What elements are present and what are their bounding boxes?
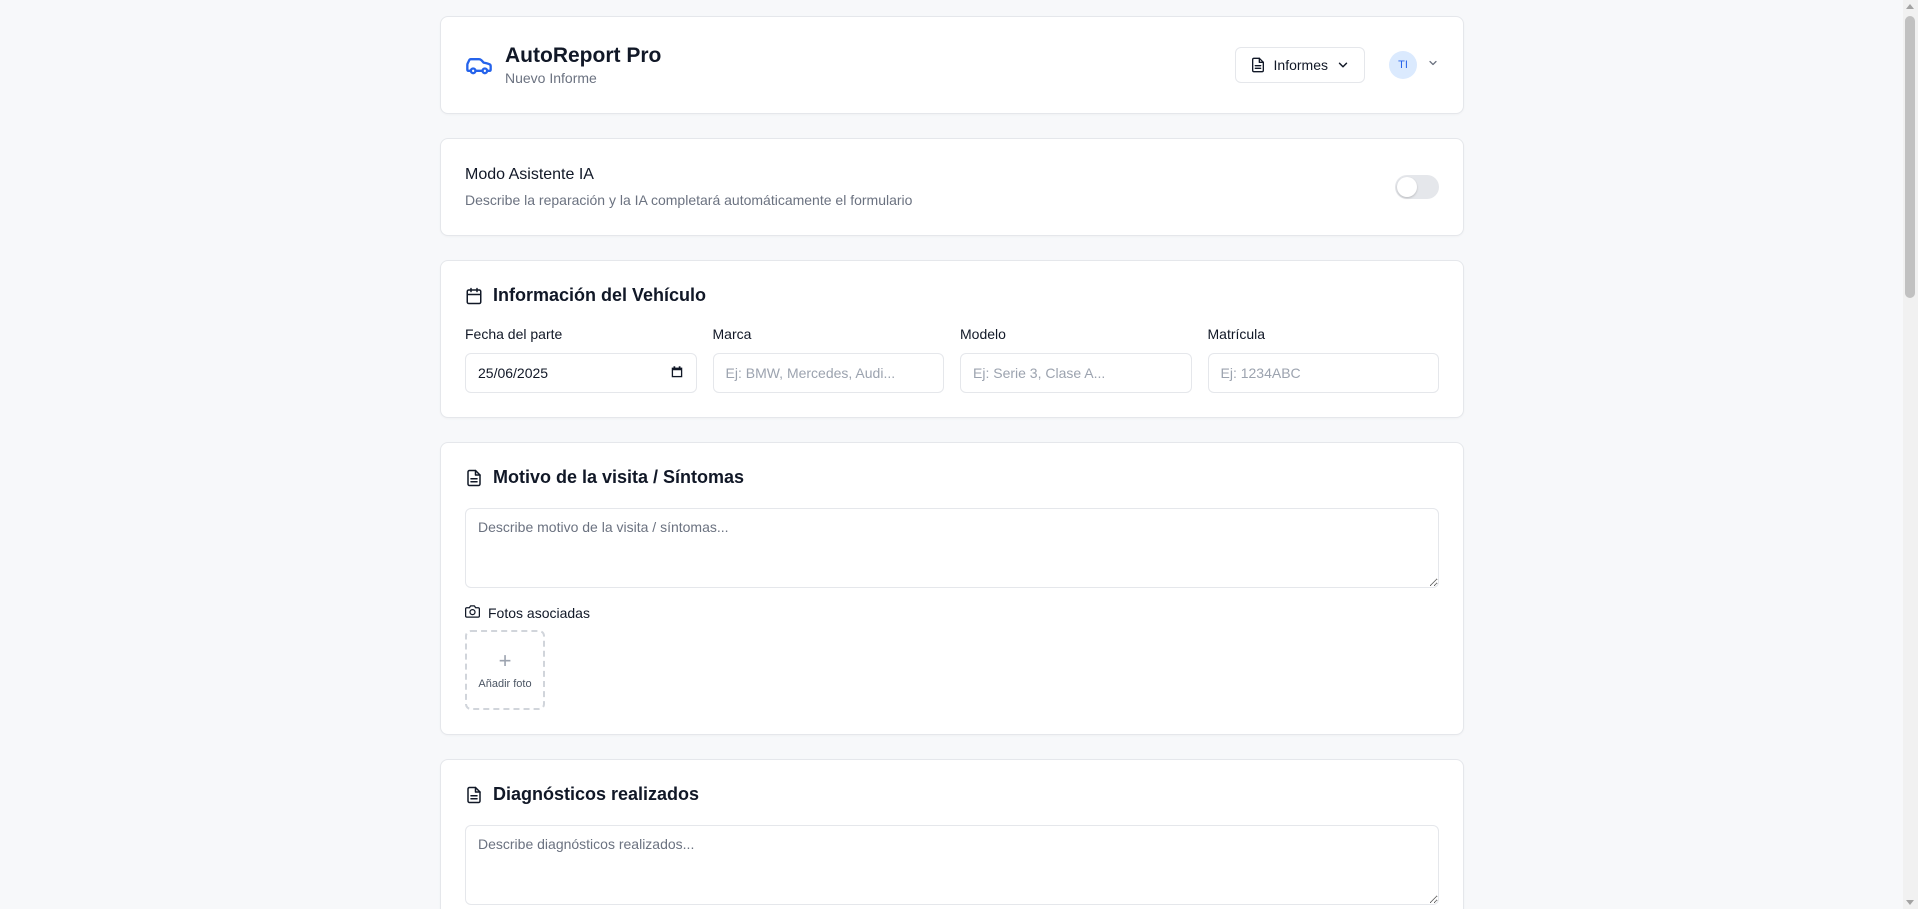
brand: AutoReport Pro Nuevo Informe [465,43,661,87]
reports-label: Informes [1273,57,1328,73]
field-label: Modelo [960,326,1006,342]
scroll-down-icon[interactable] [1906,900,1914,905]
app-title: AutoReport Pro [505,44,662,67]
date-field[interactable]: 25/06/2025 [465,353,697,393]
chevron-down-icon [1427,56,1439,74]
page-subtitle: Nuevo Informe [505,70,597,86]
header-actions: Informes TI [1234,47,1439,83]
plus-icon: + [498,648,512,673]
ai-mode-toggle[interactable] [1395,175,1439,199]
plate-input[interactable] [1207,353,1439,393]
ai-mode-card: Modo Asistente IA Describe la reparación… [440,138,1464,236]
visit-reason-textarea[interactable] [465,508,1439,588]
section-title: Diagnósticos realizados [493,784,700,804]
field-label: Marca [712,326,752,342]
scroll-thumb[interactable] [1905,16,1915,298]
plate-field-group: Matrícula [1207,326,1439,393]
vertical-scrollbar[interactable] [1903,0,1918,909]
section-header: Motivo de la visita / Síntomas [465,467,1439,488]
date-field-group: Fecha del parte 25/06/2025 [465,326,697,393]
photos-label: Fotos asociadas [465,604,1439,622]
toggle-knob [1397,177,1417,197]
car-icon [465,51,493,79]
chevron-down-icon [1336,58,1350,72]
diagnostics-textarea[interactable] [465,825,1439,905]
field-label: Matrícula [1207,326,1266,342]
diagnostics-card: Diagnósticos realizados [440,759,1464,909]
field-label: Fecha del parte [465,326,563,342]
brand-input[interactable] [712,353,944,393]
user-menu[interactable]: TI [1389,51,1439,79]
ai-mode-title: Modo Asistente IA [465,166,594,183]
brand-field-group: Marca [712,326,944,393]
model-field-group: Modelo [960,326,1192,393]
add-photo-button[interactable]: + Añadir foto [465,630,545,710]
main-container: AutoReport Pro Nuevo Informe Informes TI… [440,16,1464,909]
avatar: TI [1389,51,1417,79]
document-icon [465,469,483,487]
reports-button[interactable]: Informes [1234,47,1365,83]
document-icon [465,786,483,804]
vehicle-info-card: Información del Vehículo Fecha del parte… [440,260,1464,418]
calendar-icon [670,365,684,382]
model-input[interactable] [960,353,1192,393]
scroll-up-icon[interactable] [1906,4,1914,9]
camera-icon [465,604,480,622]
photos-label-text: Fotos asociadas [488,605,590,621]
visit-reason-card: Motivo de la visita / Síntomas Fotos aso… [440,442,1464,735]
date-value: 25/06/2025 [478,365,549,381]
section-title: Información del Vehículo [493,285,707,305]
add-photo-label: Añadir foto [478,678,532,690]
section-header: Información del Vehículo [465,285,1439,306]
section-header: Diagnósticos realizados [465,784,1439,805]
section-title: Motivo de la visita / Síntomas [493,467,745,487]
calendar-icon [465,287,483,305]
app-header: AutoReport Pro Nuevo Informe Informes TI [440,16,1464,114]
vehicle-fields: Fecha del parte 25/06/2025 Marca Ej: BMW… [465,326,1439,393]
ai-mode-description: Describe la reparación y la IA completar… [465,192,913,208]
document-icon [1250,57,1266,73]
